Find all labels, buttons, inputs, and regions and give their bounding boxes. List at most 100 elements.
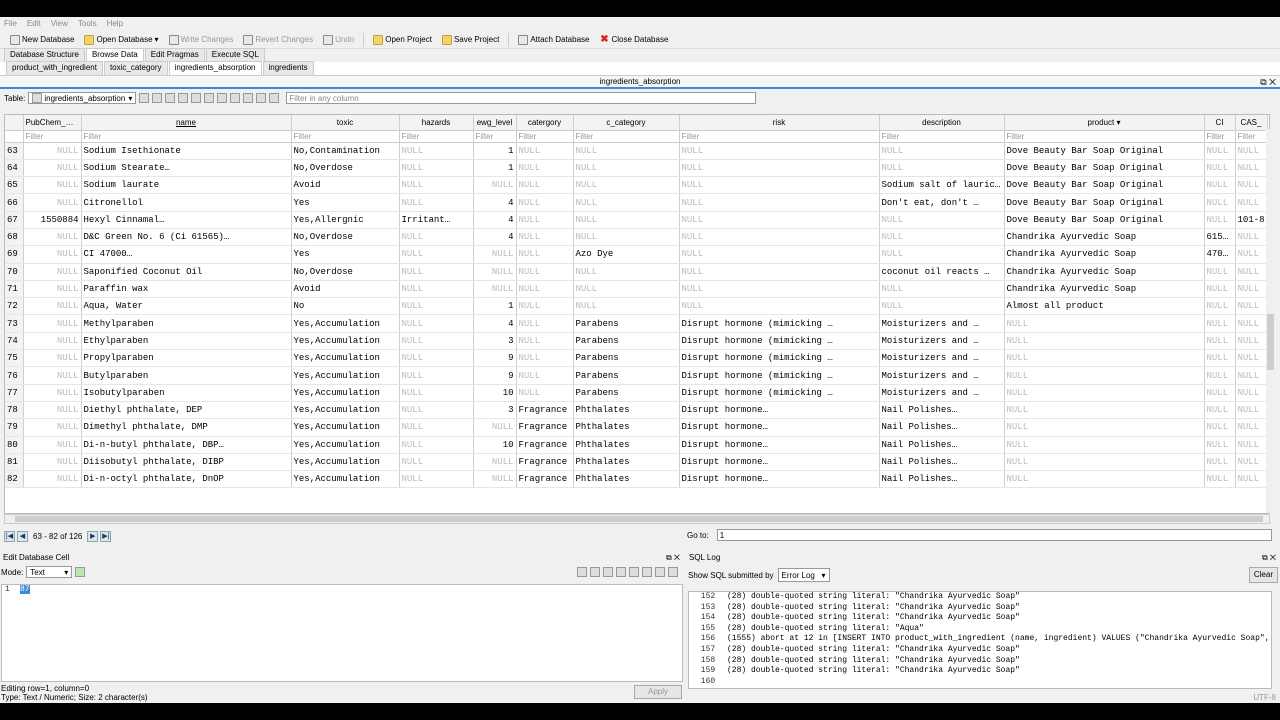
eye-icon[interactable] <box>655 567 665 577</box>
table-cell[interactable]: NULL <box>23 228 82 247</box>
table-cell[interactable]: NULL <box>879 228 1005 247</box>
table-cell[interactable]: Sodium laurate <box>81 176 292 195</box>
undo-button[interactable]: Undo <box>319 32 358 48</box>
column-filter-input[interactable]: Filter <box>399 130 474 143</box>
close-database-button[interactable]: ✖ Close Database <box>595 32 672 48</box>
table-cell[interactable]: Phthalates <box>573 470 680 489</box>
table-cell[interactable]: Nail Polishes… <box>879 401 1005 420</box>
table-cell[interactable]: NULL <box>879 245 1005 264</box>
table-cell[interactable]: No,Overdose <box>291 263 400 281</box>
table-cell[interactable]: NULL <box>399 263 474 281</box>
table-cell[interactable]: Fragrance <box>516 401 574 420</box>
table-cell[interactable]: Propylparaben <box>81 349 292 368</box>
global-filter-input[interactable]: Filter in any column <box>286 92 757 104</box>
table-cell[interactable]: Chandrika Ayurvedic Soap <box>1004 280 1205 299</box>
table-cell[interactable]: NULL <box>1004 401 1205 420</box>
table-cell[interactable]: NULL <box>879 159 1005 178</box>
table-cell[interactable]: Diisobutyl phthalate, DIBP <box>81 453 292 472</box>
table-row[interactable]: 65 NULL Sodium laurate Avoid NULL NULL NULL NUL… <box>5 176 1268 195</box>
row-number[interactable]: 76 <box>5 366 24 385</box>
table-cell[interactable]: Butylparaben <box>81 366 292 385</box>
table-cell[interactable]: NULL <box>399 193 474 212</box>
cell-value[interactable]: 87 <box>20 585 30 594</box>
table-cell[interactable]: NULL <box>1235 349 1268 368</box>
table-cell[interactable]: NULL <box>23 349 82 368</box>
table-cell[interactable]: Sodium Stearate… <box>81 159 292 178</box>
row-number[interactable]: 78 <box>5 401 24 420</box>
table-cell[interactable]: NULL <box>1235 176 1268 195</box>
column-filter-input[interactable]: Filter <box>679 130 880 143</box>
column-header[interactable]: CAS_ <box>1235 115 1268 131</box>
table-cell[interactable]: Disrupt hormone (mimicking … <box>679 366 880 385</box>
table-cell[interactable]: NULL <box>516 159 574 178</box>
table-cell[interactable]: 4 <box>473 211 517 229</box>
table-cell[interactable]: Disrupt hormone (mimicking … <box>679 384 880 402</box>
table-cell[interactable]: Dove Beauty Bar Soap Original <box>1004 142 1205 160</box>
table-cell[interactable]: NULL <box>473 453 517 472</box>
column-header[interactable]: ewg_level <box>473 115 517 131</box>
table-cell[interactable]: Yes,Accumulation <box>291 418 400 437</box>
row-number[interactable]: 77 <box>5 384 24 402</box>
table-cell[interactable]: No,Overdose <box>291 228 400 247</box>
row-number[interactable]: 73 <box>5 314 24 333</box>
row-number[interactable]: 67 <box>5 211 24 229</box>
table-cell[interactable]: NULL <box>23 401 82 420</box>
table-cell[interactable]: NULL <box>573 280 680 299</box>
table-cell[interactable]: NULL <box>879 142 1005 160</box>
table-cell[interactable]: Yes,Accumulation <box>291 436 400 454</box>
clear-sort-icon[interactable] <box>165 93 176 103</box>
row-number[interactable]: 63 <box>5 142 24 160</box>
table-cell[interactable]: NULL <box>23 470 82 489</box>
table-cell[interactable]: NULL <box>23 176 82 195</box>
table-cell[interactable]: Hexyl Cinnamal… <box>81 211 292 229</box>
row-number[interactable]: 80 <box>5 436 24 454</box>
table-cell[interactable]: Moisturizers and … <box>879 349 1005 368</box>
table-cell[interactable]: Fragrance <box>516 418 574 437</box>
table-cell[interactable]: 4 <box>473 193 517 212</box>
menu-edit[interactable]: Edit <box>27 19 41 28</box>
scroll-thumb[interactable] <box>1267 314 1274 370</box>
table-cell[interactable]: NULL <box>473 470 517 489</box>
table-cell[interactable]: Yes,Accumulation <box>291 470 400 489</box>
table-cell[interactable]: Paraffin wax <box>81 280 292 299</box>
table-cell[interactable]: 3 <box>473 332 517 351</box>
table-cell[interactable]: NULL <box>23 453 82 472</box>
table-cell[interactable]: Disrupt hormone… <box>679 436 880 454</box>
table-cell[interactable]: NULL <box>679 142 880 160</box>
tab-product-with-ingredient[interactable]: product_with_ingredient <box>6 61 103 75</box>
column-filter-input[interactable]: Filter <box>1004 130 1205 143</box>
word-wrap-icon[interactable] <box>590 567 600 577</box>
insert-record-icon[interactable] <box>217 93 228 103</box>
table-cell[interactable]: NULL <box>516 349 574 368</box>
table-cell[interactable]: NULL <box>399 228 474 247</box>
table-cell[interactable]: NULL <box>1204 401 1236 420</box>
save-project-button[interactable]: Save Project <box>438 32 503 48</box>
table-row[interactable]: 67 1550884 Hexyl Cinnamal… Yes,Allergnic Irr… <box>5 211 1268 229</box>
table-cell[interactable]: Disrupt hormone… <box>679 401 880 420</box>
table-cell[interactable]: NULL <box>1204 297 1236 316</box>
table-cell[interactable]: Yes <box>291 245 400 264</box>
table-cell[interactable]: NULL <box>23 384 82 402</box>
table-cell[interactable]: NULL <box>473 245 517 264</box>
table-row[interactable]: 82 NULL Di-n-octyl phthalate, DnOP Yes,Accu… <box>5 470 1268 489</box>
import-icon[interactable] <box>603 567 613 577</box>
table-cell[interactable]: Citronellol <box>81 193 292 212</box>
tab-edit-pragmas[interactable]: Edit Pragmas <box>144 48 205 62</box>
table-cell[interactable]: NULL <box>399 418 474 437</box>
table-cell[interactable]: Ethylparaben <box>81 332 292 351</box>
table-cell[interactable]: NULL <box>679 211 880 229</box>
open-project-button[interactable]: Open Project <box>369 32 436 48</box>
table-row[interactable]: 73 NULL Methylparaben Yes,Accumulation NULL 4… <box>5 314 1268 333</box>
row-number[interactable]: 75 <box>5 349 24 368</box>
table-cell[interactable]: NULL <box>679 159 880 178</box>
column-header[interactable]: c_category <box>573 115 680 131</box>
table-cell[interactable]: Moisturizers and … <box>879 332 1005 351</box>
row-number[interactable]: 81 <box>5 453 24 472</box>
table-cell[interactable]: Dove Beauty Bar Soap Original <box>1004 159 1205 178</box>
column-header[interactable] <box>5 115 24 131</box>
table-cell[interactable]: NULL <box>1235 384 1268 402</box>
table-cell[interactable]: NULL <box>473 418 517 437</box>
refresh-icon[interactable] <box>152 93 163 103</box>
table-cell[interactable]: NULL <box>1204 453 1236 472</box>
tab-toxic-category[interactable]: toxic_category <box>103 61 168 75</box>
